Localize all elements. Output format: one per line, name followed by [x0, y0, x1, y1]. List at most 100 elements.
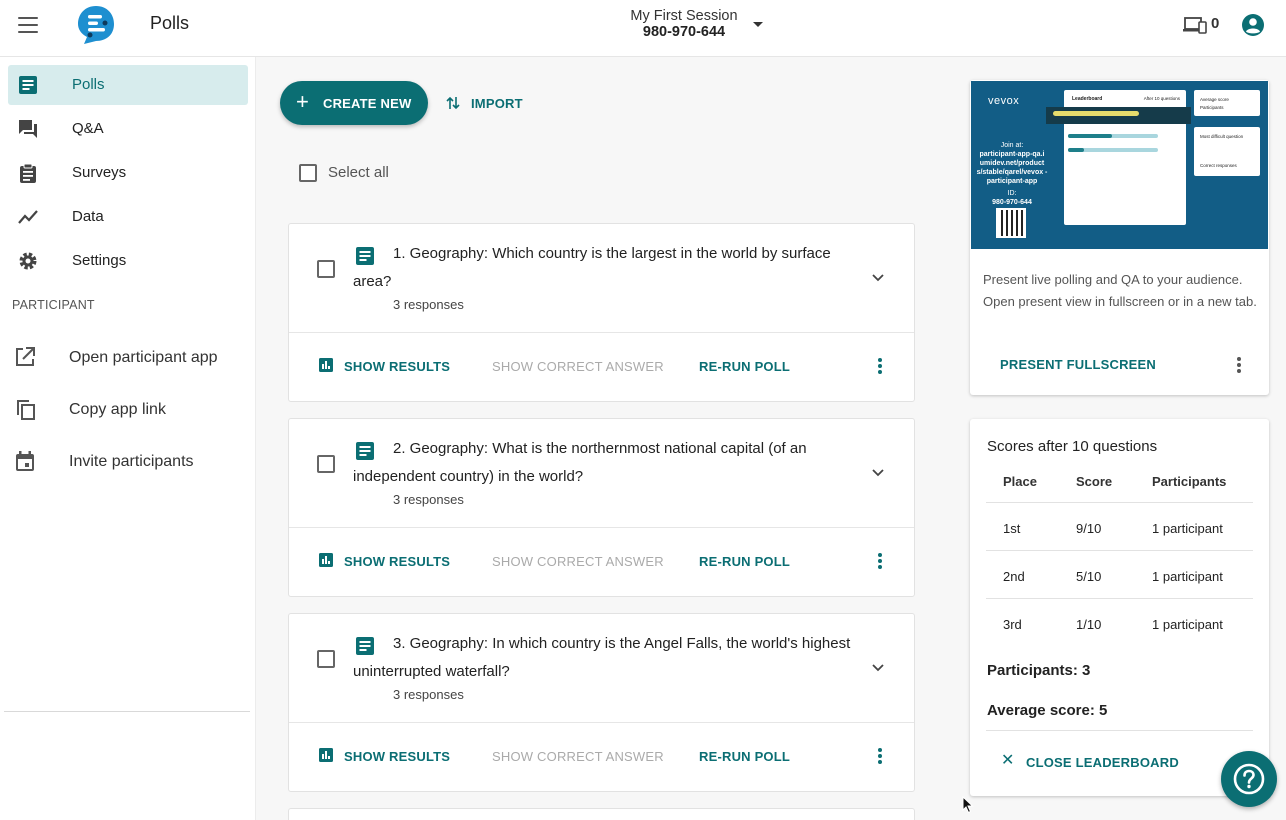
help-button[interactable]	[1221, 751, 1277, 807]
sidebar-item-surveys[interactable]: Surveys	[8, 153, 248, 193]
select-all-checkbox[interactable]	[299, 164, 317, 182]
preview-join-url: participant-app-qa.i umidev.net/product …	[976, 151, 1048, 185]
poll-card: 3. Geography: In which country is the An…	[288, 613, 915, 792]
preview-difficult-label: Most difficult question	[1200, 134, 1244, 139]
preview-correct-label: Correct responses	[1200, 163, 1237, 168]
leaderboard-table: Place Score Participants 1st 9/10 1 part…	[986, 463, 1253, 647]
device-count: 0	[1211, 15, 1220, 32]
chevron-down-icon[interactable]	[753, 22, 763, 27]
preview-avg-label: Average score	[1200, 97, 1229, 102]
show-correct-answer-button[interactable]: SHOW CORRECT ANSWER	[492, 359, 664, 374]
mouse-cursor-icon	[962, 796, 974, 814]
chevron-down-icon[interactable]	[871, 271, 885, 285]
sidebar: Polls Q&A Surveys Data Settings PARTICIP…	[0, 57, 256, 820]
session-id: 980-970-644	[642, 24, 726, 40]
table-cell: 3rd	[1003, 617, 1022, 632]
average-score: Average score: 5	[987, 702, 1108, 719]
table-cell: 1/10	[1076, 617, 1102, 632]
devices-icon[interactable]	[1183, 16, 1207, 34]
select-all-label: Select all	[328, 164, 389, 181]
rerun-poll-button[interactable]: RE-RUN POLL	[699, 554, 790, 569]
poll-responses: 3 responses	[393, 297, 464, 312]
invite-participants-button[interactable]: Invite participants	[0, 442, 256, 482]
present-description: Present live polling and QA to your audi…	[983, 272, 1257, 309]
sidebar-divider	[4, 711, 250, 712]
poll-responses: 3 responses	[393, 687, 464, 702]
chevron-down-icon[interactable]	[871, 661, 885, 675]
preview-id: 980-970-644	[992, 199, 1032, 206]
show-correct-answer-button[interactable]: SHOW CORRECT ANSWER	[492, 749, 664, 764]
table-cell: 1st	[1003, 521, 1021, 536]
sidebar-item-polls[interactable]: Polls	[8, 65, 248, 105]
present-fullscreen-button[interactable]: PRESENT FULLSCREEN	[1000, 357, 1156, 372]
preview-participants-label: Participants	[1200, 105, 1224, 110]
sidebar-item-settings[interactable]: Settings	[8, 241, 248, 281]
card-divider	[986, 730, 1253, 731]
preview-bar	[1068, 148, 1084, 152]
open-participant-app-link[interactable]: Open participant app	[0, 338, 256, 378]
create-new-button[interactable]: + CREATE NEW	[280, 81, 428, 125]
session-selector[interactable]: My First Session 980-970-644	[600, 8, 768, 40]
table-cell: 2nd	[1003, 569, 1025, 584]
menu-icon[interactable]	[18, 17, 38, 33]
chevron-down-icon[interactable]	[871, 466, 885, 480]
surveys-icon	[20, 163, 36, 183]
import-label: IMPORT	[471, 96, 523, 111]
poll-responses: 3 responses	[393, 492, 464, 507]
card-divider	[289, 527, 914, 528]
qa-icon	[19, 120, 37, 138]
preview-bar	[1053, 111, 1139, 116]
bar-chart-icon	[319, 748, 333, 762]
leaderboard-title: Scores after 10 questions	[987, 438, 1158, 455]
create-new-label: CREATE NEW	[323, 96, 412, 111]
poll-checkbox[interactable]	[317, 260, 335, 278]
sidebar-item-label: Surveys	[72, 164, 127, 181]
poll-checkbox[interactable]	[317, 455, 335, 473]
polls-icon	[19, 76, 37, 94]
poll-question: 2. Geography: What is the northernmost n…	[353, 440, 807, 485]
sidebar-item-data[interactable]: Data	[8, 197, 248, 237]
card-divider	[289, 722, 914, 723]
show-results-label: SHOW RESULTS	[344, 749, 451, 764]
participants-count: Participants: 3	[987, 662, 1091, 679]
top-bar: Polls My First Session 980-970-644 0	[0, 0, 1286, 57]
poll-question: 1. Geography: Which country is the large…	[353, 245, 831, 290]
preview-bar	[1068, 134, 1112, 138]
bar-chart-icon	[319, 553, 333, 567]
poll-card: 2. Geography: What is the northernmost n…	[288, 418, 915, 597]
copy-icon	[17, 400, 35, 420]
participant-item-label: Open participant app	[69, 349, 218, 366]
present-preview[interactable]: vevox Join at: participant-app-qa.i umid…	[971, 81, 1268, 249]
sidebar-item-label: Settings	[72, 252, 127, 269]
more-options-icon[interactable]	[877, 358, 883, 374]
card-divider	[289, 332, 914, 333]
rerun-poll-button[interactable]: RE-RUN POLL	[699, 359, 790, 374]
copy-app-link-button[interactable]: Copy app link	[0, 390, 256, 430]
poll-checkbox[interactable]	[317, 650, 335, 668]
rerun-poll-button[interactable]: RE-RUN POLL	[699, 749, 790, 764]
table-row: 3rd 1/10 1 participant	[986, 599, 1253, 647]
more-options-icon[interactable]	[1236, 357, 1242, 373]
table-cell: 9/10	[1076, 521, 1102, 536]
present-card: vevox Join at: participant-app-qa.i umid…	[970, 80, 1269, 395]
preview-join-info: Join at: participant-app-qa.i umidev.net…	[971, 141, 1053, 207]
show-results-label: SHOW RESULTS	[344, 554, 451, 569]
preview-leaderboard-sub: After 10 questions	[1143, 96, 1180, 101]
help-icon	[1233, 763, 1265, 795]
show-correct-answer-button[interactable]: SHOW CORRECT ANSWER	[492, 554, 664, 569]
poll-question: 3. Geography: In which country is the An…	[353, 635, 851, 680]
more-options-icon[interactable]	[877, 748, 883, 764]
table-cell: 5/10	[1076, 569, 1102, 584]
close-leaderboard-label: CLOSE LEADERBOARD	[1026, 755, 1179, 770]
app-logo[interactable]	[76, 4, 116, 46]
table-row: 1st 9/10 1 participant	[986, 503, 1253, 551]
column-header: Score	[1076, 474, 1113, 489]
participant-item-label: Copy app link	[69, 401, 166, 418]
more-options-icon[interactable]	[877, 553, 883, 569]
sidebar-item-qa[interactable]: Q&A	[8, 109, 248, 149]
gear-icon	[19, 252, 37, 270]
page-title: Polls	[150, 13, 190, 33]
preview-stats-panel: Average score Participants	[1194, 90, 1260, 116]
sidebar-item-label: Q&A	[72, 120, 104, 137]
account-icon[interactable]	[1241, 13, 1265, 37]
